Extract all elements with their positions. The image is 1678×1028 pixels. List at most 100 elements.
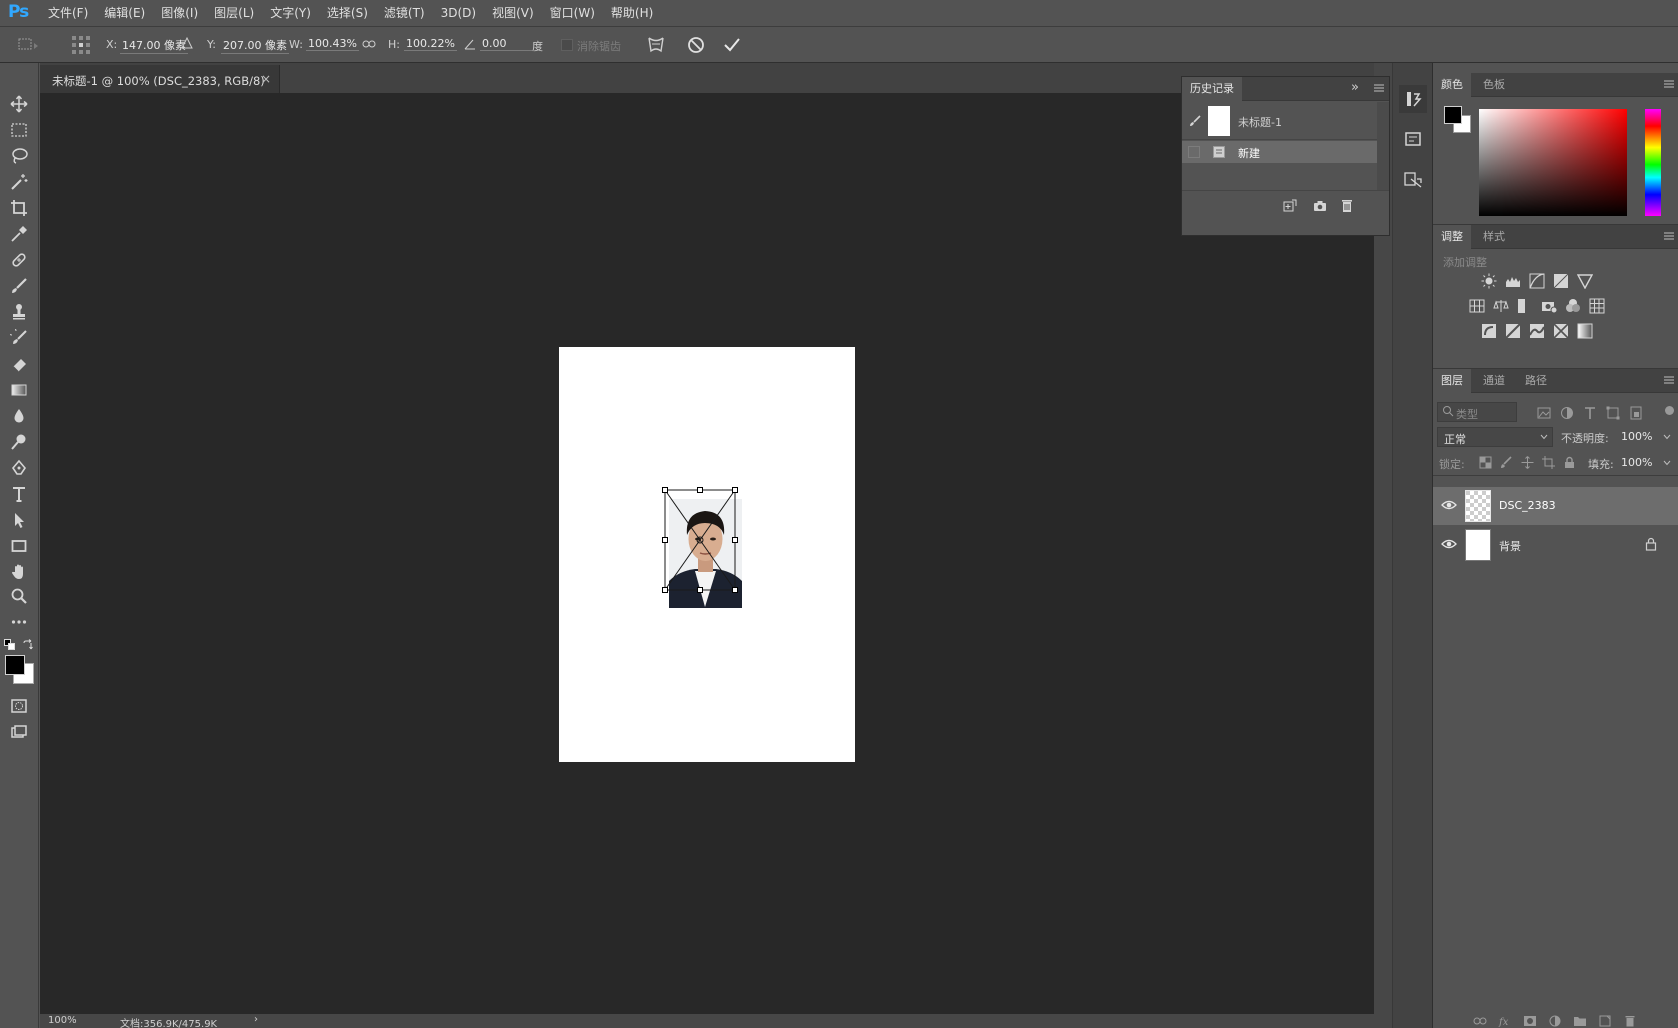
fill-field[interactable]: 100% — [1621, 456, 1652, 469]
history-brush-source-icon[interactable] — [1188, 114, 1202, 128]
menu-file[interactable]: 文件(F) — [40, 0, 96, 27]
curves-icon[interactable] — [1529, 273, 1545, 289]
posterize-icon[interactable] — [1505, 323, 1521, 339]
history-state-checkbox[interactable] — [1188, 146, 1200, 158]
black-white-icon[interactable] — [1517, 298, 1533, 314]
move-tool-icon[interactable] — [6, 93, 32, 115]
filter-shape-icon[interactable] — [1606, 406, 1620, 420]
panel-menu-icon[interactable] — [1664, 232, 1674, 240]
menu-type[interactable]: 文字(Y) — [262, 0, 319, 27]
hue-saturation-icon[interactable] — [1469, 298, 1485, 314]
filter-type-icon[interactable] — [1583, 406, 1597, 420]
screen-mode-icon[interactable] — [6, 721, 32, 743]
eraser-tool-icon[interactable] — [6, 353, 32, 375]
layer-row-dsc-2383[interactable]: DSC_2383 — [1433, 487, 1678, 525]
x-field[interactable]: 147.00 像素 — [120, 37, 188, 54]
new-layer-icon[interactable] — [1598, 1015, 1612, 1027]
filter-toggle-switch[interactable] — [1665, 406, 1674, 415]
gradient-tool-icon[interactable] — [6, 379, 32, 401]
tab-styles[interactable]: 样式 — [1475, 225, 1513, 249]
eyedropper-tool-icon[interactable] — [6, 223, 32, 245]
vibrance-icon[interactable] — [1577, 273, 1593, 289]
blend-mode-select[interactable]: 正常 — [1437, 427, 1553, 447]
pen-tool-icon[interactable] — [6, 457, 32, 479]
lasso-tool-icon[interactable] — [6, 145, 32, 167]
path-selection-tool-icon[interactable] — [6, 509, 32, 531]
brightness-contrast-icon[interactable] — [1481, 273, 1497, 289]
swap-colors-icon[interactable] — [22, 639, 34, 651]
lock-position-icon[interactable] — [1521, 456, 1534, 469]
history-snapshot[interactable]: 未标题-1 — [1182, 102, 1377, 140]
panel-menu-icon[interactable] — [1664, 80, 1674, 88]
filter-smart-object-icon[interactable] — [1629, 406, 1643, 420]
tab-color[interactable]: 颜色 — [1433, 73, 1471, 97]
collapse-panel-button[interactable]: » — [1351, 80, 1359, 95]
visibility-eye-icon[interactable] — [1441, 538, 1457, 550]
color-panel-foreground-swatch[interactable] — [1444, 106, 1462, 124]
marquee-tool-icon[interactable] — [6, 119, 32, 141]
filter-pixel-icon[interactable] — [1537, 406, 1551, 420]
document-canvas[interactable] — [559, 347, 855, 762]
levels-icon[interactable] — [1505, 273, 1521, 289]
foreground-color-swatch[interactable] — [5, 655, 25, 675]
menu-window[interactable]: 窗口(W) — [542, 0, 603, 27]
quick-mask-icon[interactable] — [6, 695, 32, 717]
selective-color-icon[interactable] — [1553, 323, 1569, 339]
transform-bounding-box[interactable] — [659, 485, 739, 595]
hue-slider[interactable] — [1645, 109, 1661, 216]
tab-adjustments[interactable]: 调整 — [1433, 225, 1471, 249]
menu-select[interactable]: 选择(S) — [319, 0, 376, 27]
color-balance-icon[interactable] — [1493, 298, 1509, 314]
blur-tool-icon[interactable] — [6, 405, 32, 427]
menu-help[interactable]: 帮助(H) — [603, 0, 661, 27]
threshold-icon[interactable] — [1529, 323, 1545, 339]
antialias-checkbox[interactable] — [561, 39, 573, 51]
gradient-map-icon[interactable] — [1577, 323, 1593, 339]
hand-tool-icon[interactable] — [6, 561, 32, 583]
width-field[interactable]: 100.43% — [306, 37, 359, 51]
new-document-from-state-icon[interactable] — [1282, 198, 1298, 214]
panel-menu-icon[interactable] — [1664, 376, 1674, 384]
new-group-folder-icon[interactable] — [1573, 1015, 1587, 1027]
warp-icon[interactable] — [645, 34, 667, 56]
angle-field[interactable]: 0.00 — [480, 37, 532, 51]
create-snapshot-icon[interactable] — [1312, 198, 1328, 214]
tab-paths[interactable]: 路径 — [1517, 369, 1555, 393]
brush-tool-icon[interactable] — [6, 275, 32, 297]
lock-transparent-pixels-icon[interactable] — [1479, 456, 1492, 469]
tab-channels[interactable]: 通道 — [1475, 369, 1513, 393]
layer-style-fx-icon[interactable]: fx — [1498, 1015, 1512, 1027]
menu-view[interactable]: 视图(V) — [484, 0, 542, 27]
tab-history[interactable]: 历史记录 — [1182, 77, 1242, 101]
layer-name[interactable]: DSC_2383 — [1499, 499, 1556, 512]
lock-image-pixels-icon[interactable] — [1500, 456, 1513, 469]
opacity-field[interactable]: 100% — [1621, 430, 1652, 443]
panel-menu-icon[interactable] — [1374, 84, 1384, 92]
exposure-icon[interactable] — [1553, 273, 1569, 289]
delete-layer-icon[interactable] — [1623, 1015, 1637, 1027]
menu-3d[interactable]: 3D(D) — [433, 0, 484, 27]
reference-point-icon[interactable] — [70, 34, 92, 56]
menu-filter[interactable]: 滤镜(T) — [376, 0, 433, 27]
delete-state-icon[interactable] — [1339, 198, 1355, 214]
link-layers-icon[interactable] — [1473, 1015, 1487, 1027]
status-menu-arrow[interactable]: › — [254, 1014, 258, 1025]
dodge-tool-icon[interactable] — [6, 431, 32, 453]
layer-filter-select[interactable]: 类型 — [1437, 402, 1517, 422]
transform-tool-icon[interactable] — [16, 34, 40, 56]
menu-image[interactable]: 图像(I) — [153, 0, 206, 27]
menu-edit[interactable]: 编辑(E) — [96, 0, 153, 27]
visibility-eye-icon[interactable] — [1441, 499, 1457, 511]
tab-layers[interactable]: 图层 — [1433, 369, 1471, 393]
delta-icon[interactable] — [181, 37, 193, 49]
glyphs-panel-icon[interactable] — [1399, 165, 1427, 193]
lock-all-icon[interactable] — [1563, 456, 1576, 469]
canvas-area[interactable] — [40, 93, 1374, 1014]
opacity-chevron-icon[interactable] — [1663, 434, 1671, 440]
history-state-new[interactable]: 新建 — [1182, 141, 1377, 163]
zoom-level[interactable]: 100% — [48, 1015, 77, 1026]
add-mask-icon[interactable] — [1523, 1015, 1537, 1027]
menu-layer[interactable]: 图层(L) — [206, 0, 262, 27]
document-tab[interactable]: 未标题-1 @ 100% (DSC_2383, RGB/8) × — [40, 65, 280, 93]
commit-transform-icon[interactable] — [722, 35, 742, 55]
